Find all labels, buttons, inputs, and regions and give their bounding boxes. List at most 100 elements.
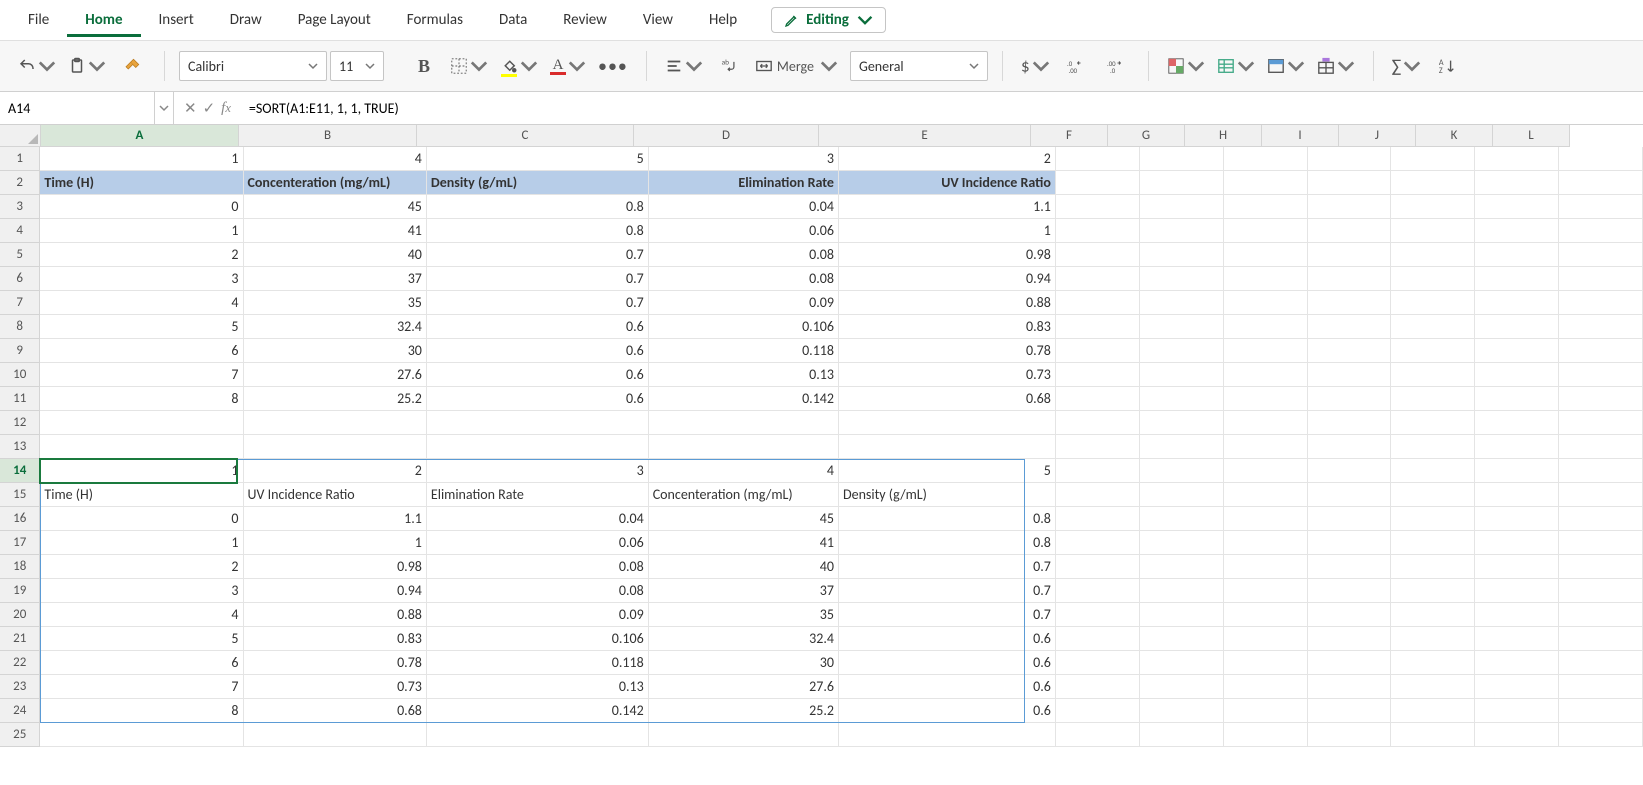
cell[interactable]: 0.73: [244, 675, 427, 699]
cell[interactable]: [1475, 699, 1559, 723]
row-header[interactable]: 3: [0, 195, 40, 219]
cell[interactable]: 0.08: [649, 267, 839, 291]
cell[interactable]: [1308, 435, 1392, 459]
cell[interactable]: [1140, 651, 1224, 675]
cell[interactable]: [1224, 483, 1308, 507]
cell[interactable]: [1391, 435, 1475, 459]
tab-formulas[interactable]: Formulas: [389, 3, 481, 37]
cell[interactable]: [1391, 315, 1475, 339]
cell[interactable]: [1056, 267, 1140, 291]
cell[interactable]: 0.98: [839, 243, 1056, 267]
formula-input[interactable]: [241, 92, 1643, 124]
cell[interactable]: [1475, 171, 1559, 195]
cell[interactable]: [1559, 627, 1643, 651]
cell[interactable]: [1056, 675, 1140, 699]
cell[interactable]: 8: [40, 699, 243, 723]
editing-mode-button[interactable]: Editing: [771, 7, 886, 33]
increase-decimal-button[interactable]: .0.00: [1058, 52, 1094, 80]
cell[interactable]: 0.6: [839, 675, 1056, 699]
cell[interactable]: 0.88: [839, 291, 1056, 315]
cell[interactable]: [1140, 699, 1224, 723]
cell[interactable]: [1475, 387, 1559, 411]
cell[interactable]: [1224, 531, 1308, 555]
row-header[interactable]: 18: [0, 555, 40, 579]
cell[interactable]: [1224, 219, 1308, 243]
cell[interactable]: 4: [40, 291, 243, 315]
cell[interactable]: 0.8: [427, 195, 649, 219]
row-header[interactable]: 11: [0, 387, 40, 411]
cell[interactable]: [1559, 555, 1643, 579]
cell[interactable]: [1140, 171, 1224, 195]
cell[interactable]: [1391, 267, 1475, 291]
enter-formula-button[interactable]: ✓: [203, 99, 216, 118]
cell[interactable]: [244, 723, 427, 747]
cell[interactable]: [1559, 411, 1643, 435]
row-header[interactable]: 23: [0, 675, 40, 699]
cell[interactable]: [1308, 315, 1392, 339]
cancel-formula-button[interactable]: ✕: [184, 99, 197, 118]
cell[interactable]: Time (H): [40, 171, 243, 195]
cell[interactable]: [427, 411, 649, 435]
cell[interactable]: 1: [40, 147, 243, 171]
row-header[interactable]: 7: [0, 291, 40, 315]
cell[interactable]: [839, 435, 1056, 459]
cell[interactable]: [1308, 627, 1392, 651]
font-color-button[interactable]: A: [546, 52, 590, 80]
autosum-button[interactable]: ∑: [1388, 52, 1426, 80]
cell[interactable]: 0.6: [427, 339, 649, 363]
row-header[interactable]: 1: [0, 147, 40, 171]
cell[interactable]: 45: [649, 507, 839, 531]
cell[interactable]: Elimination Rate: [649, 171, 839, 195]
cell[interactable]: [1224, 315, 1308, 339]
cell[interactable]: [1140, 507, 1224, 531]
cell[interactable]: [1391, 363, 1475, 387]
cell[interactable]: 0.98: [244, 555, 427, 579]
cell[interactable]: 0: [40, 507, 243, 531]
cell[interactable]: [1224, 723, 1308, 747]
row-header[interactable]: 15: [0, 483, 40, 507]
cell[interactable]: [1308, 171, 1392, 195]
column-header[interactable]: G: [1108, 125, 1185, 147]
cell[interactable]: [1475, 459, 1559, 483]
cell[interactable]: 1: [40, 219, 243, 243]
cell[interactable]: 35: [649, 603, 839, 627]
cell[interactable]: [1308, 219, 1392, 243]
row-header[interactable]: 24: [0, 699, 40, 723]
cell[interactable]: [1224, 651, 1308, 675]
cell[interactable]: 37: [649, 579, 839, 603]
cell[interactable]: [1056, 531, 1140, 555]
cell[interactable]: [1559, 483, 1643, 507]
cell[interactable]: [1140, 483, 1224, 507]
cell[interactable]: [1224, 387, 1308, 411]
cell[interactable]: 1.1: [839, 195, 1056, 219]
cell[interactable]: [1308, 387, 1392, 411]
cell[interactable]: [1140, 603, 1224, 627]
column-header[interactable]: I: [1262, 125, 1339, 147]
cell[interactable]: 0.6: [427, 387, 649, 411]
cell[interactable]: 0.8: [427, 219, 649, 243]
cell[interactable]: 6: [40, 339, 243, 363]
cell[interactable]: 0.78: [839, 339, 1056, 363]
cell[interactable]: [1056, 195, 1140, 219]
cell[interactable]: [40, 723, 243, 747]
cell[interactable]: [1559, 243, 1643, 267]
conditional-format-button[interactable]: [1163, 52, 1209, 80]
cell[interactable]: [649, 723, 839, 747]
cell[interactable]: [1559, 459, 1643, 483]
cell[interactable]: 0.06: [649, 219, 839, 243]
cell[interactable]: [1475, 723, 1559, 747]
cell[interactable]: 0.6: [427, 363, 649, 387]
cell[interactable]: [1140, 459, 1224, 483]
cell[interactable]: 0.118: [649, 339, 839, 363]
cell[interactable]: [1056, 291, 1140, 315]
cell[interactable]: 25.2: [244, 387, 427, 411]
cell[interactable]: [1559, 387, 1643, 411]
cell[interactable]: 0.09: [649, 291, 839, 315]
cell[interactable]: [1559, 195, 1643, 219]
column-header[interactable]: B: [239, 125, 417, 147]
cell[interactable]: [649, 435, 839, 459]
cell[interactable]: 32.4: [649, 627, 839, 651]
cell[interactable]: [1559, 699, 1643, 723]
cell[interactable]: [1391, 219, 1475, 243]
cell[interactable]: [1308, 675, 1392, 699]
